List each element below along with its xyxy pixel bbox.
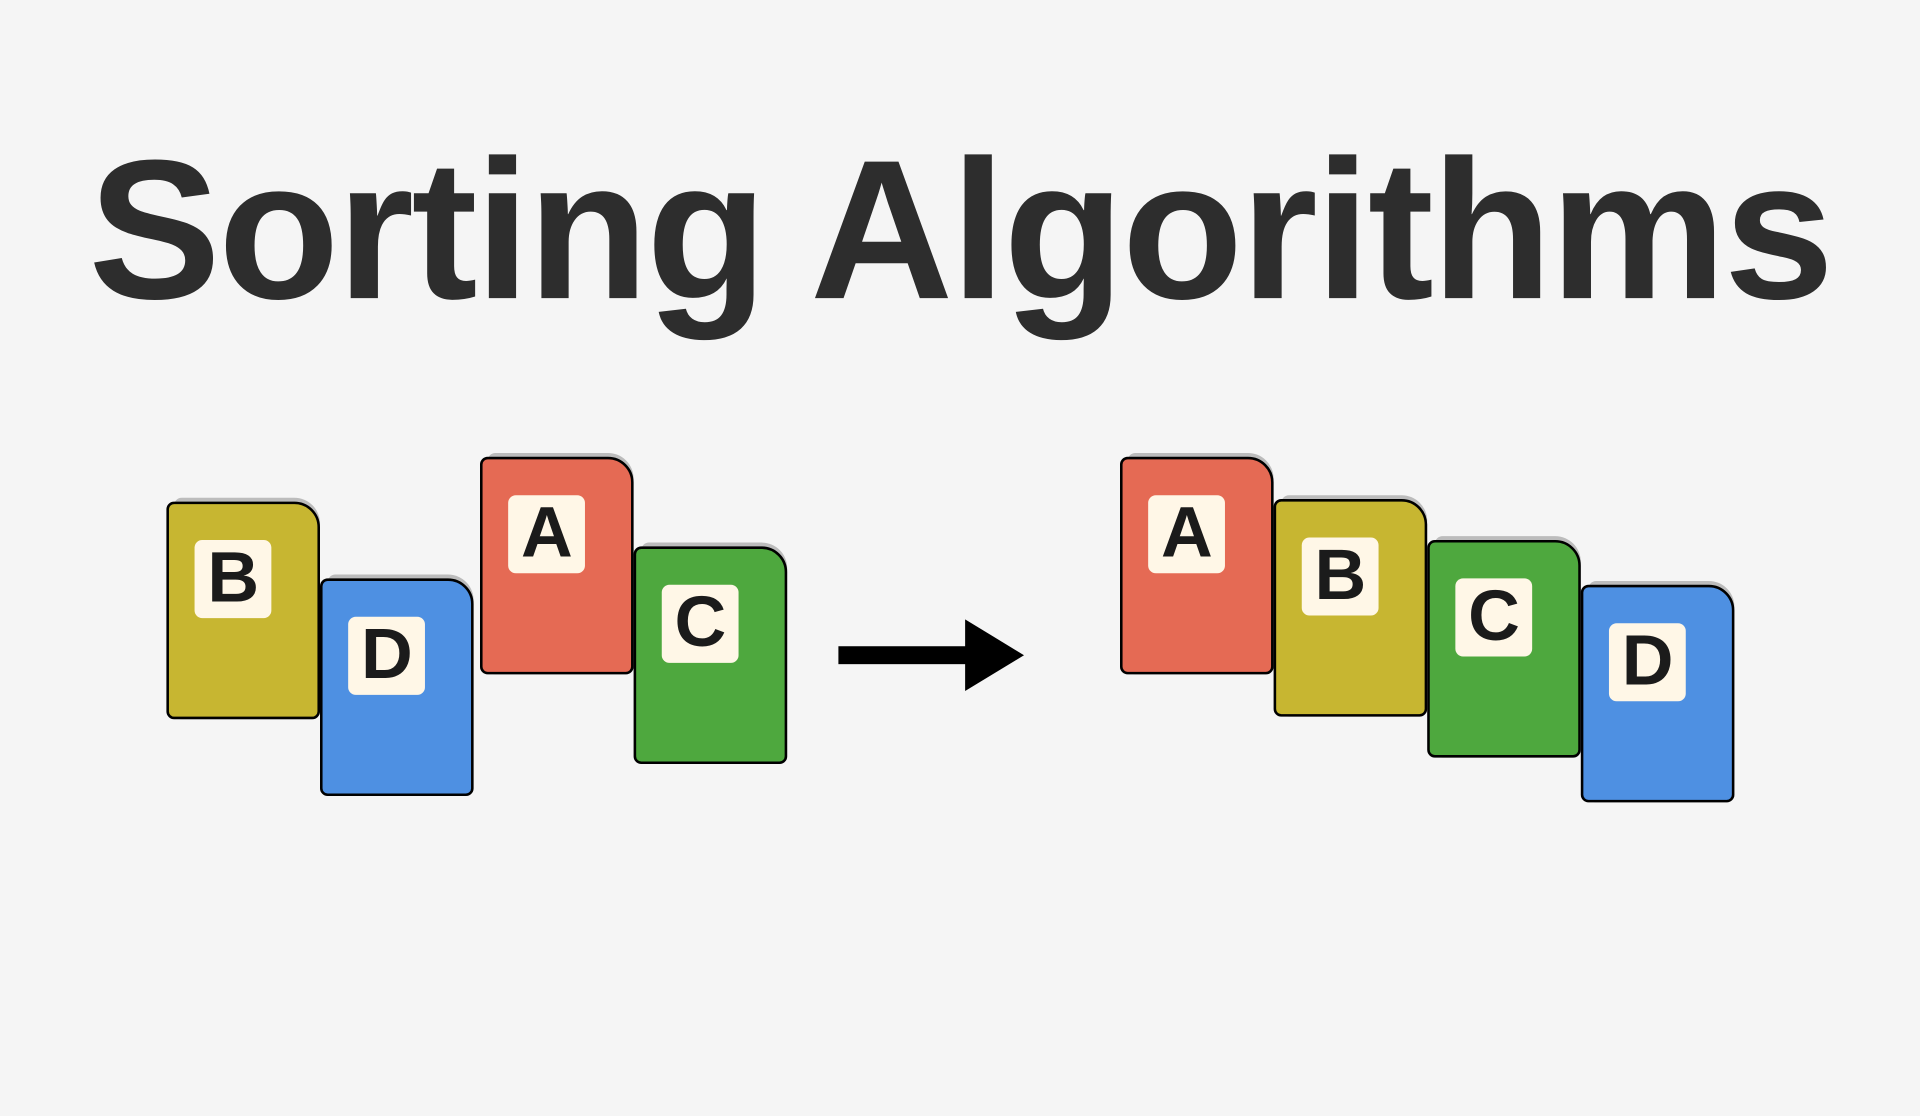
diagram-title: Sorting Algorithms <box>0 130 1920 328</box>
right_group-book: C <box>1427 540 1581 758</box>
arrow-icon <box>838 646 978 664</box>
right_group-book: D <box>1581 585 1735 803</box>
book-label: B <box>195 540 272 618</box>
left_group-book: C <box>634 546 788 764</box>
book-label: C <box>1455 578 1532 656</box>
book-label: A <box>508 495 585 573</box>
book-label: D <box>1609 623 1686 701</box>
right_group-book: A <box>1120 457 1274 675</box>
left_group-book: A <box>480 457 634 675</box>
left_group-book: D <box>320 578 474 796</box>
arrow-head-icon <box>965 619 1024 691</box>
book-label: A <box>1148 495 1225 573</box>
book-label: B <box>1302 537 1379 615</box>
book-label: C <box>662 585 739 663</box>
book-label: D <box>348 617 425 695</box>
left_group-book: B <box>166 502 320 720</box>
right_group-book: B <box>1274 499 1428 717</box>
